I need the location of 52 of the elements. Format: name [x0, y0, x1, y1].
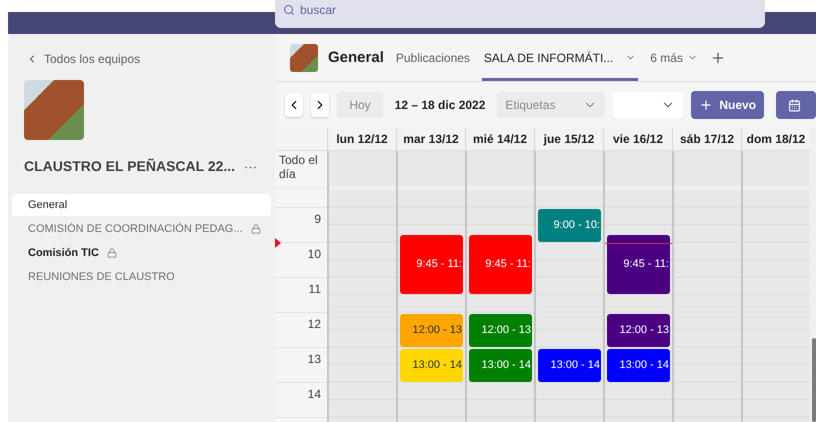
day-header: lun 12/12: [327, 128, 396, 150]
event-block[interactable]: 9:00 - 10:: [538, 208, 601, 242]
previous-button[interactable]: [285, 93, 304, 117]
photo-placeholder: [24, 80, 84, 140]
channel-tab[interactable]: Publicaciones: [394, 34, 472, 81]
day-header: mar 13/12: [396, 128, 465, 150]
more-tabs-button[interactable]: 6 más: [648, 34, 700, 81]
day-header: vie 16/12: [603, 128, 672, 150]
event-block[interactable]: 13:00 - 14: [607, 348, 670, 382]
all-day-cell: [534, 150, 603, 186]
all-day-cell: [603, 150, 672, 186]
team-name: CLAUSTRO EL PEÑASCAL 22...: [24, 158, 236, 174]
event-block[interactable]: 13:00 - 14: [469, 348, 532, 382]
channel-item[interactable]: COMISIÓN DE COORDINACIÓN PEDAG...: [12, 218, 271, 240]
channel-item[interactable]: General: [12, 194, 271, 216]
event-block[interactable]: 9:45 - 11:: [469, 234, 532, 294]
day-header: mié 14/12: [465, 128, 534, 150]
search-icon: [283, 4, 295, 16]
back-link[interactable]: Todos los equipos: [26, 52, 271, 66]
add-tab-icon[interactable]: [710, 50, 726, 66]
event-block[interactable]: 13:00 - 14: [400, 348, 463, 382]
channel-item[interactable]: Comisión TIC: [12, 242, 271, 264]
all-day-cell: [672, 150, 741, 186]
day-header: sáb 17/12: [672, 128, 741, 150]
calendar-button[interactable]: [776, 91, 816, 119]
photo-placeholder: [290, 44, 318, 72]
event-block[interactable]: 12:00 - 13: [400, 314, 463, 346]
channel-item[interactable]: REUNIONES DE CLAUSTRO: [12, 266, 271, 288]
channel-title: General: [328, 49, 384, 66]
event-block[interactable]: 12:00 - 13: [469, 314, 532, 346]
date-range: 12 – 18 dic 2022: [394, 98, 486, 112]
new-button[interactable]: Nuevo: [691, 91, 764, 119]
search-field[interactable]: buscar: [275, 0, 765, 28]
all-day-label: Todo el día: [275, 150, 327, 186]
all-day-cell: [327, 150, 396, 186]
all-day-cell: [465, 150, 534, 186]
today-button[interactable]: Hoy: [337, 92, 383, 118]
tags-dropdown[interactable]: Etiquetas: [497, 92, 606, 118]
event-block[interactable]: 9:45 - 11:: [607, 234, 670, 294]
search-placeholder: buscar: [300, 3, 336, 17]
plus-icon: [699, 98, 714, 112]
day-header: dom 18/12: [741, 128, 810, 150]
event-block[interactable]: 13:00 - 14: [538, 348, 601, 382]
event-block[interactable]: 12:00 - 13: [607, 314, 670, 346]
day-header: jue 15/12: [534, 128, 603, 150]
calendar-icon: [788, 98, 801, 112]
scrollbar-thumb[interactable]: [812, 338, 816, 422]
next-button[interactable]: [311, 93, 330, 117]
current-time-line: [605, 242, 672, 244]
all-day-cell: [396, 150, 465, 186]
event-block[interactable]: 9:45 - 11:: [400, 234, 463, 294]
more-options-button[interactable]: ···: [244, 158, 257, 174]
